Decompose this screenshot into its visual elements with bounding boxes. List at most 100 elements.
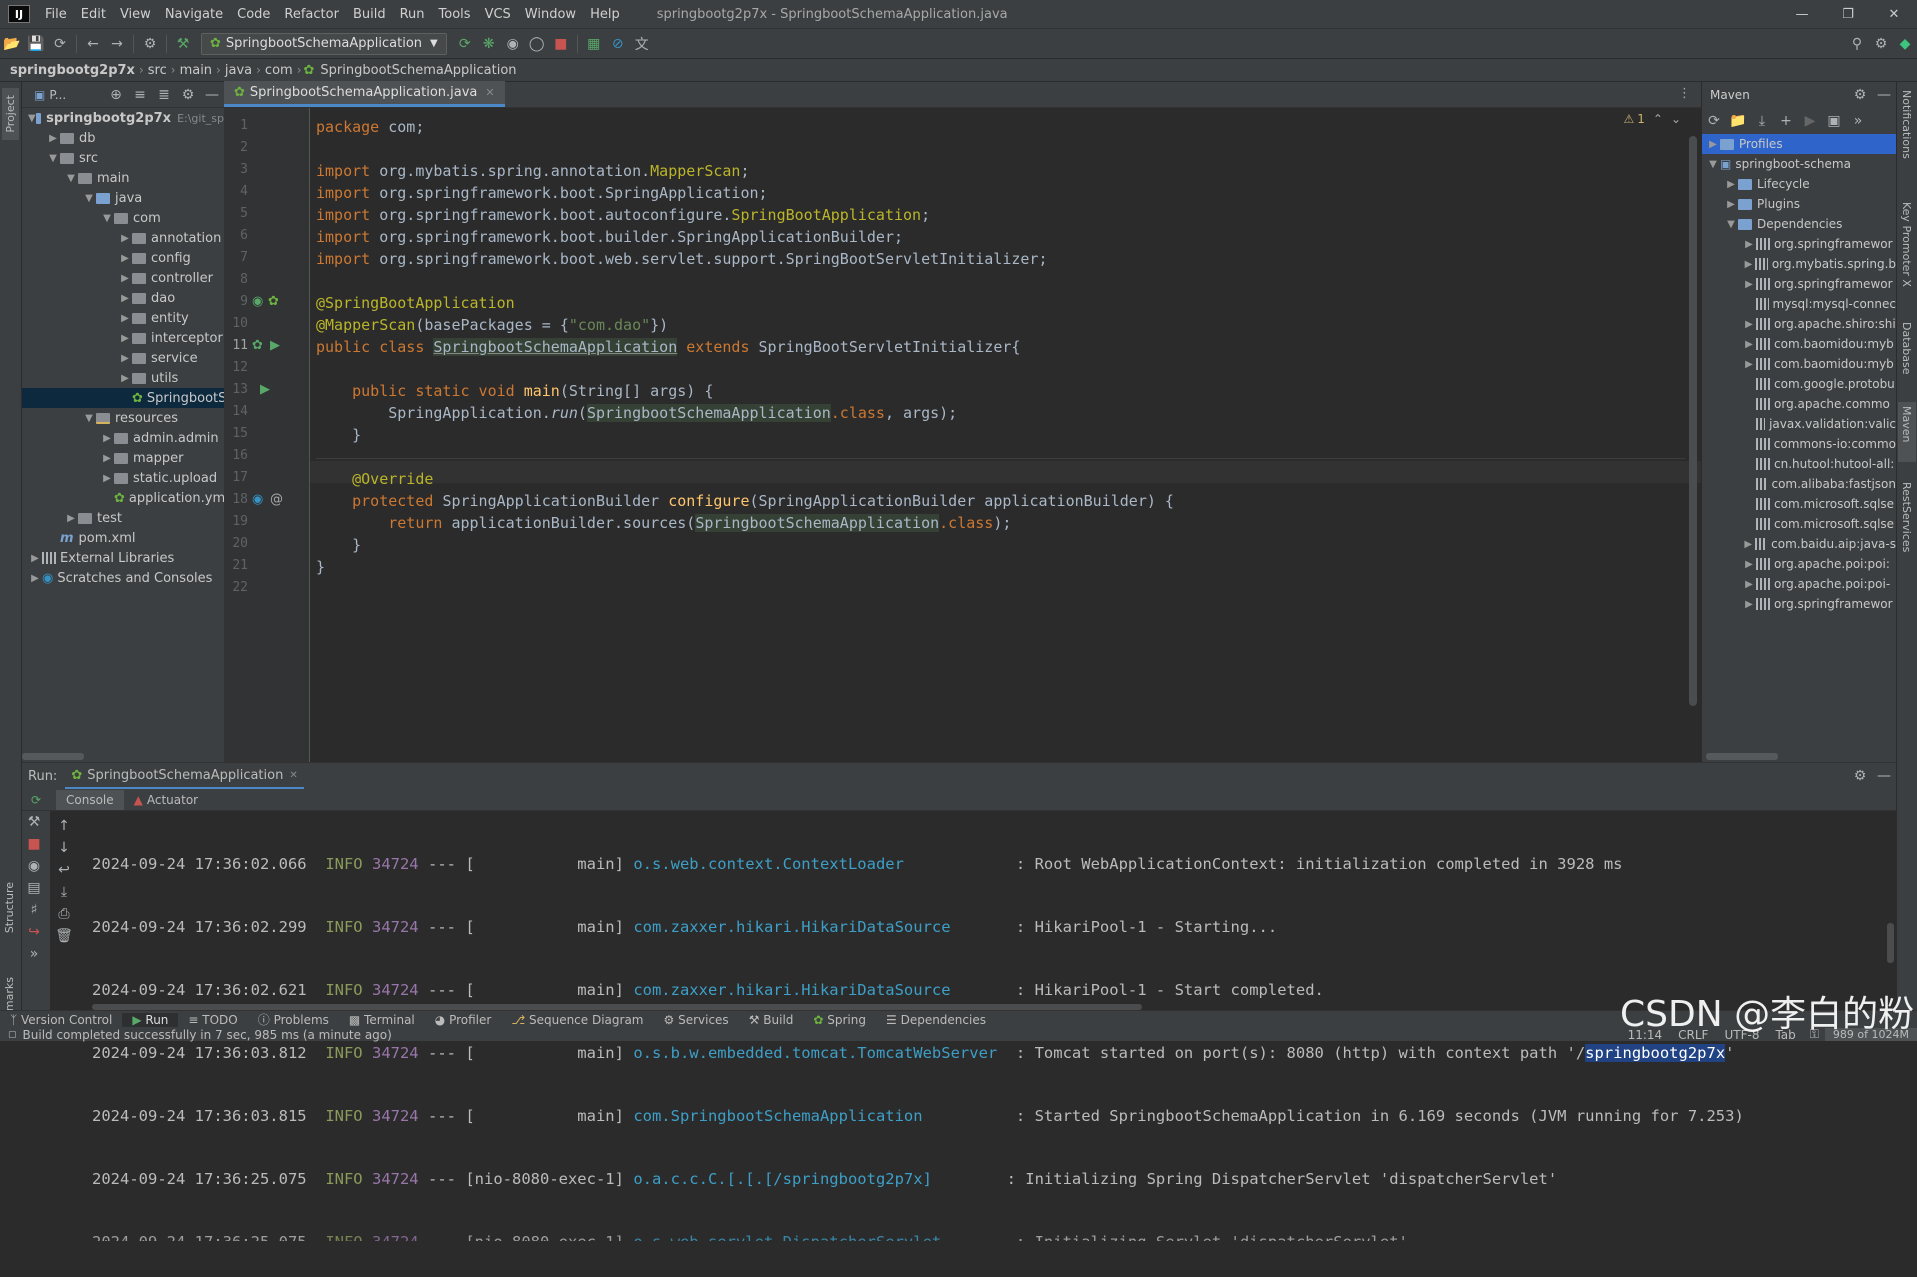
tool-build[interactable]: ⚒ Build	[739, 1013, 804, 1027]
menu-refactor[interactable]: Refactor	[277, 7, 346, 22]
hide-panel-icon[interactable]: —	[200, 84, 224, 106]
tree-node-main[interactable]: ▼ main	[22, 168, 224, 188]
log-logger[interactable]: com.zaxxer.hikari.HikariDataSource	[633, 981, 1006, 999]
tree-node-annotation[interactable]: ▶ annotation	[22, 228, 224, 248]
tree-node-dao[interactable]: ▶ dao	[22, 288, 224, 308]
database-tool-tab[interactable]: Database	[1900, 322, 1913, 379]
add-icon[interactable]: +	[1774, 110, 1798, 132]
project-view-select[interactable]: P...	[49, 88, 66, 102]
vcs-user-icon[interactable]: ⚙	[138, 33, 162, 55]
tool-problems[interactable]: ⓘ Problems	[248, 1011, 339, 1028]
breadcrumb-class[interactable]: SpringbootSchemaApplication	[316, 63, 520, 78]
back-icon[interactable]: ←	[81, 33, 105, 55]
next-highlight-icon[interactable]: ⌄	[1671, 112, 1681, 126]
menu-tools[interactable]: Tools	[432, 7, 478, 22]
reload-icon[interactable]: ⟳	[1702, 110, 1726, 132]
collapse-all-icon[interactable]: ≣	[152, 84, 176, 106]
maven-dependency[interactable]: ▶ org.apache.poi:poi:	[1702, 554, 1896, 574]
breadcrumb-java[interactable]: java	[221, 63, 256, 78]
tree-node-src[interactable]: ▼ src	[22, 148, 224, 168]
maven-node-project[interactable]: ▼ ▣ springboot-schema	[1702, 154, 1896, 174]
editor-vertical-scrollbar[interactable]	[1689, 136, 1697, 706]
maven-dependency[interactable]: mysql:mysql-connec	[1702, 294, 1896, 314]
hide-panel-icon[interactable]: —	[1872, 765, 1896, 787]
inspection-widget[interactable]: ⚠ 1 ⌃ ⌄	[1623, 112, 1681, 126]
close-tab-icon[interactable]: ✕	[289, 770, 297, 781]
minimize-icon[interactable]: —	[1779, 0, 1825, 28]
log-logger[interactable]: com.zaxxer.hikari.HikariDataSource	[633, 918, 1006, 936]
scroll-up-icon[interactable]: ↑	[52, 815, 76, 837]
tree-node-config[interactable]: ▶ config	[22, 248, 224, 268]
menu-code[interactable]: Code	[230, 7, 277, 22]
tree-node-entity[interactable]: ▶ entity	[22, 308, 224, 328]
maven-tool-tab[interactable]: Maven	[1898, 402, 1916, 462]
tree-node-java[interactable]: ▼ java	[22, 188, 224, 208]
tree-node-pom[interactable]: m pom.xml	[22, 528, 224, 548]
gear-icon[interactable]: ⚙	[1848, 765, 1872, 787]
tool-version-control[interactable]: ᛉ Version Control	[0, 1013, 122, 1027]
maven-dependency[interactable]: com.alibaba:fastjson	[1702, 474, 1896, 494]
stop-icon[interactable]: ■	[549, 33, 573, 55]
tree-node-com[interactable]: ▼ com	[22, 208, 224, 228]
maven-dependency[interactable]: ▶ org.springframewor	[1702, 594, 1896, 614]
code-area[interactable]: package com; import org.mybatis.spring.a…	[316, 108, 1685, 762]
tree-node-static-upload[interactable]: ▶ static.upload	[22, 468, 224, 488]
menu-run[interactable]: Run	[393, 7, 432, 22]
run-gutter-icon[interactable]: ▶	[260, 382, 270, 397]
maven-dependency[interactable]: commons-io:commo	[1702, 434, 1896, 454]
debug-icon[interactable]: ❋	[477, 33, 501, 55]
hide-panel-icon[interactable]: —	[1872, 84, 1896, 106]
search-icon[interactable]: ⚲	[1845, 33, 1869, 55]
camera-icon[interactable]: ◉	[22, 855, 46, 877]
tree-node-resources[interactable]: ▼ resources	[22, 408, 224, 428]
log-logger[interactable]: o.s.web.context.ContextLoader	[633, 855, 1006, 873]
rest-services-tool-tab[interactable]: RestServices	[1900, 482, 1913, 556]
maven-node-dependencies[interactable]: ▼ Dependencies	[1702, 214, 1896, 234]
breadcrumb-com[interactable]: com	[261, 63, 297, 78]
project-tool-tab[interactable]: Project	[2, 88, 19, 140]
maven-dependency[interactable]: ▶ org.springframewor	[1702, 274, 1896, 294]
coverage-icon[interactable]: ◉	[501, 33, 525, 55]
tree-node-utils[interactable]: ▶ utils	[22, 368, 224, 388]
tree-node-scratches[interactable]: ▶ ◉ Scratches and Consoles	[22, 568, 224, 588]
breadcrumb-src[interactable]: src	[144, 63, 171, 78]
locate-icon[interactable]: ⊕	[104, 84, 128, 106]
maven-node-profiles[interactable]: ▶ Profiles	[1702, 134, 1896, 154]
tool-services[interactable]: ⚙ Services	[654, 1013, 739, 1027]
menu-navigate[interactable]: Navigate	[158, 7, 230, 22]
log-logger[interactable]: o.s.web.servlet.DispatcherServlet	[633, 1233, 1006, 1241]
maven-node-plugins[interactable]: ▶ Plugins	[1702, 194, 1896, 214]
maven-dependency[interactable]: ▶ org.apache.shiro:shi	[1702, 314, 1896, 334]
clear-console-icon[interactable]: 🗑	[52, 925, 76, 947]
breadcrumb-project[interactable]: springbootg2p7x	[0, 63, 139, 78]
structure-tool-tab[interactable]: Structure	[3, 882, 16, 937]
tree-node-db[interactable]: ▶ db	[22, 128, 224, 148]
profile-icon[interactable]: ◯	[525, 33, 549, 55]
breadcrumb-main[interactable]: main	[176, 63, 216, 78]
tool-run[interactable]: ▶ Run	[122, 1012, 179, 1027]
gear-icon[interactable]: ⚙	[1848, 84, 1872, 106]
maven-dependency[interactable]: cn.hutool:hutool-all:	[1702, 454, 1896, 474]
build-hammer-icon[interactable]: ⚒	[171, 33, 195, 55]
annotation-gutter-icon[interactable]: @	[270, 492, 283, 507]
expand-all-icon[interactable]: ≡	[128, 84, 152, 106]
maven-dependency[interactable]: ▶ org.mybatis.spring.b	[1702, 254, 1896, 274]
restore-icon[interactable]: ❐	[1825, 0, 1871, 28]
maven-dependency[interactable]: com.microsoft.sqlse	[1702, 514, 1896, 534]
menu-file[interactable]: File	[38, 7, 74, 22]
status-message[interactable]: Build completed successfully in 7 sec, 9…	[23, 1028, 392, 1042]
menu-edit[interactable]: Edit	[74, 7, 113, 22]
tool-profiler[interactable]: ◕ Profiler	[425, 1013, 502, 1027]
tree-node-mapper[interactable]: ▶ mapper	[22, 448, 224, 468]
wrench-icon[interactable]: ⚒	[22, 811, 46, 833]
rerun-icon[interactable]: ⟳	[22, 793, 50, 807]
maven-dependency[interactable]: com.google.protobu	[1702, 374, 1896, 394]
soft-wrap-icon[interactable]: ↩	[52, 859, 76, 881]
tab-console[interactable]: Console	[56, 789, 124, 810]
jetbrains-icon[interactable]: ◆	[1893, 33, 1917, 55]
no-entry-icon[interactable]: ⊘	[606, 33, 630, 55]
translate-icon[interactable]: 文	[630, 33, 654, 55]
maven-dependency[interactable]: ▶ com.baidu.aip:java-s	[1702, 534, 1896, 554]
save-all-icon[interactable]: 💾	[24, 33, 48, 55]
settings-icon[interactable]: ⚙	[1869, 33, 1893, 55]
